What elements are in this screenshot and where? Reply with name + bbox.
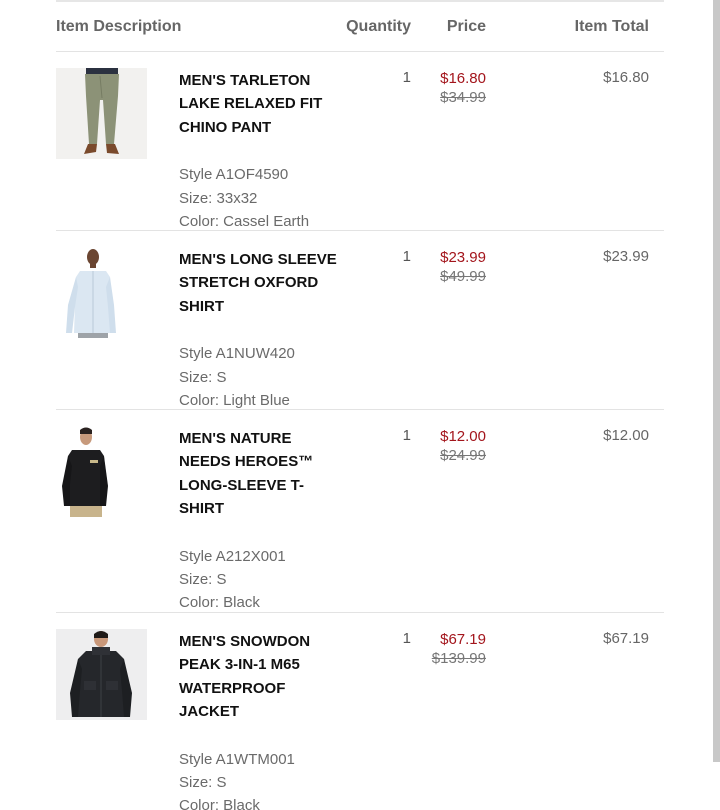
header-item-description: Item Description — [56, 18, 182, 35]
item-attributes: Style A1OF4590 Size: 33x32 Color: Cassel… — [179, 163, 339, 233]
chino-pant-photo[interactable] — [56, 68, 147, 159]
item-info: MEN'S SNOWDON PEAK 3-IN-1 M65 WATERPROOF… — [179, 613, 339, 810]
header-price: Price — [446, 18, 486, 35]
header-item-total: Item Total — [574, 18, 649, 35]
item-style: Style A212X001 — [179, 547, 286, 565]
item-info: MEN'S NATURE NEEDS HEROES™ LONG-SLEEVE T… — [179, 410, 339, 615]
oxford-shirt-photo[interactable] — [56, 247, 147, 338]
item-total: $12.00 — [603, 427, 649, 444]
item-quantity: 1 — [402, 630, 411, 647]
original-price: $49.99 — [440, 268, 486, 285]
item-quantity: 1 — [402, 427, 411, 444]
sale-price: $16.80 — [440, 70, 486, 87]
table-row: MEN'S SNOWDON PEAK 3-IN-1 M65 WATERPROOF… — [56, 613, 664, 810]
item-color: Color: Cassel Earth — [179, 212, 310, 230]
item-info: MEN'S LONG SLEEVE STRETCH OXFORD SHIRT S… — [179, 231, 339, 412]
item-attributes: Style A1WTM001 Size: S Color: Black — [179, 748, 339, 810]
item-name[interactable]: MEN'S LONG SLEEVE STRETCH OXFORD SHIRT — [179, 248, 339, 318]
order-items-page: { "header": { "description": "Item Descr… — [0, 0, 720, 810]
long-sleeve-tshirt-photo[interactable] — [56, 426, 147, 517]
table-row: MEN'S LONG SLEEVE STRETCH OXFORD SHIRT S… — [56, 231, 664, 410]
item-price: $12.00 $24.99 — [440, 427, 486, 465]
item-total: $67.19 — [603, 630, 649, 647]
item-total: $23.99 — [603, 248, 649, 265]
original-price: $139.99 — [431, 650, 486, 667]
item-size: Size: 33x32 — [179, 189, 258, 207]
item-style: Style A1NUW420 — [179, 345, 295, 363]
item-total: $16.80 — [603, 69, 649, 86]
order-items-table: Item Description Quantity Price Item Tot… — [56, 0, 664, 810]
item-style: Style A1OF4590 — [179, 166, 289, 184]
waterproof-jacket-photo[interactable] — [56, 629, 147, 720]
item-name[interactable]: MEN'S SNOWDON PEAK 3-IN-1 M65 WATERPROOF… — [179, 630, 339, 724]
sale-price: $23.99 — [440, 249, 486, 266]
original-price: $24.99 — [440, 447, 486, 464]
item-price: $67.19 $139.99 — [432, 630, 486, 668]
header-quantity: Quantity — [346, 18, 411, 35]
table-row: MEN'S NATURE NEEDS HEROES™ LONG-SLEEVE T… — [56, 410, 664, 613]
item-info: MEN'S TARLETON LAKE RELAXED FIT CHINO PA… — [179, 52, 339, 233]
item-size: Size: S — [179, 368, 227, 386]
scrollbar-thumb[interactable] — [713, 0, 720, 762]
item-quantity: 1 — [402, 69, 411, 86]
item-size: Size: S — [179, 773, 227, 791]
item-size: Size: S — [179, 570, 227, 588]
item-name[interactable]: MEN'S TARLETON LAKE RELAXED FIT CHINO PA… — [179, 69, 339, 139]
item-style: Style A1WTM001 — [179, 750, 295, 768]
sale-price: $12.00 — [440, 428, 486, 445]
table-header: Item Description Quantity Price Item Tot… — [56, 0, 664, 52]
item-name[interactable]: MEN'S NATURE NEEDS HEROES™ LONG-SLEEVE T… — [179, 427, 339, 521]
item-color: Color: Black — [179, 797, 260, 810]
item-quantity: 1 — [402, 248, 411, 265]
item-price: $16.80 $34.99 — [440, 69, 486, 107]
item-attributes: Style A212X001 Size: S Color: Black — [179, 545, 339, 615]
sale-price: $67.19 — [440, 631, 486, 648]
table-row: MEN'S TARLETON LAKE RELAXED FIT CHINO PA… — [56, 52, 664, 231]
original-price: $34.99 — [440, 89, 486, 106]
item-price: $23.99 $49.99 — [440, 248, 486, 286]
item-attributes: Style A1NUW420 Size: S Color: Light Blue — [179, 342, 339, 412]
item-color: Color: Black — [179, 594, 260, 612]
item-color: Color: Light Blue — [179, 391, 290, 409]
